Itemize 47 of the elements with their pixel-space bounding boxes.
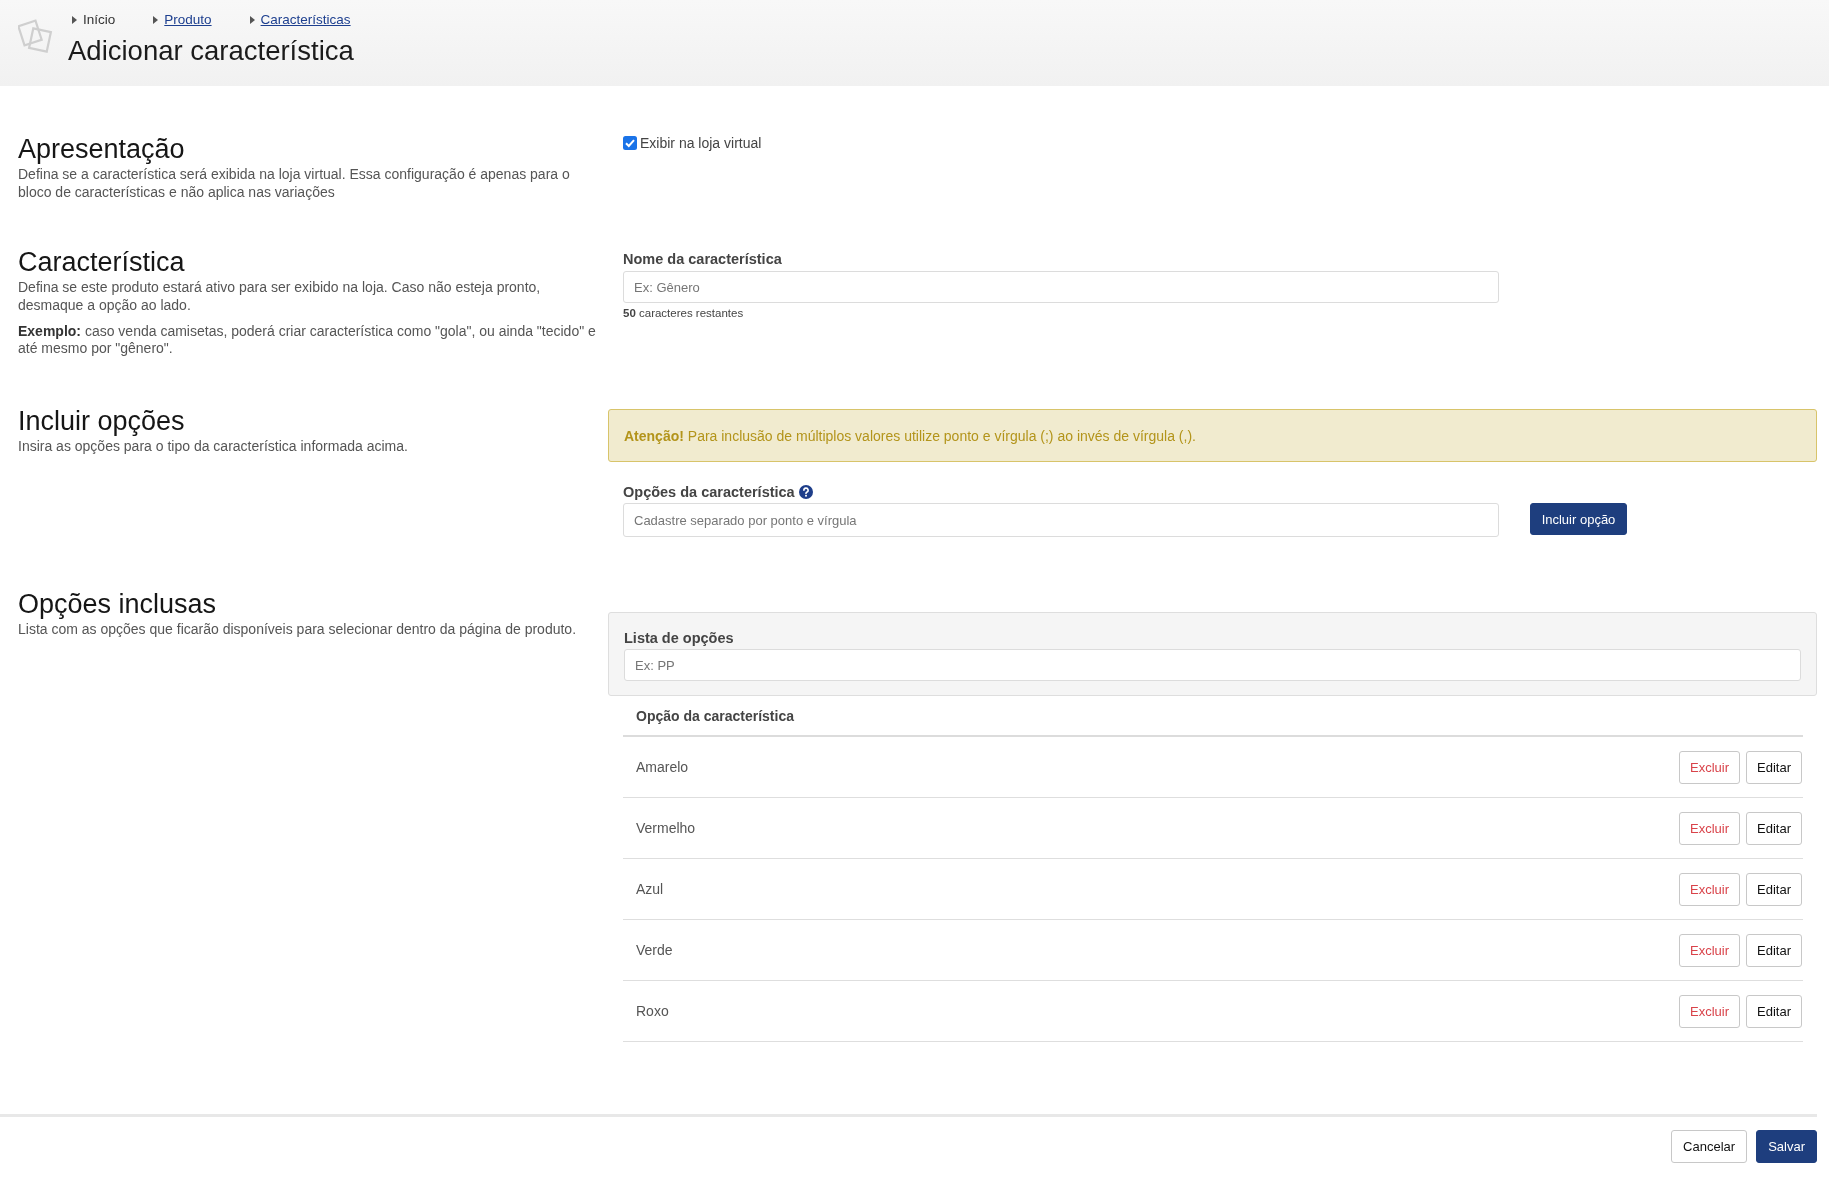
edit-button[interactable]: Editar [1746, 750, 1802, 784]
delete-button[interactable]: Excluir [1679, 750, 1741, 784]
column-header: Opção da característica [636, 707, 794, 724]
options-input[interactable]: Cadastre separado por ponto e vírgula [623, 503, 1499, 537]
option-list-input[interactable]: Ex: PP [624, 649, 1801, 681]
edit-button[interactable]: Editar [1746, 994, 1802, 1028]
field-label: Nome da característica [623, 250, 782, 268]
char-counter: 50 caracteres restantes [623, 306, 744, 321]
delete-button[interactable]: Excluir [1679, 811, 1741, 845]
section-heading: Incluir opções [18, 405, 186, 437]
save-button[interactable]: Salvar [1756, 1130, 1817, 1163]
edit-button[interactable]: Editar [1746, 933, 1802, 967]
name-input[interactable]: Ex: Gênero [623, 271, 1499, 303]
table-cell: Verde [636, 942, 673, 958]
section-heading: Característica [18, 246, 186, 278]
breadcrumb-link[interactable]: Características [260, 12, 351, 28]
edit-button[interactable]: Editar [1746, 872, 1802, 906]
section-description: Lista com as opções que ficarão disponíveis para selecionar dentro da página de produto. [18, 621, 578, 639]
section-heading: Opções inclusas [18, 588, 218, 620]
caret-icon [249, 16, 255, 24]
section-description: Exemplo: caso venda camisetas, poderá criar característica como "gola", ou ainda "tecido" e até mesmo por "gênero". [18, 322, 597, 358]
caret-icon [72, 16, 77, 24]
checkbox[interactable] [623, 136, 637, 150]
help-icon[interactable] [798, 485, 813, 499]
checkbox-label: Exibir na loja virtual [640, 135, 762, 151]
delete-button[interactable]: Excluir [1679, 994, 1741, 1028]
table-cell: Vermelho [636, 820, 696, 836]
section-heading: Apresentação [18, 133, 186, 165]
edit-button[interactable]: Editar [1746, 811, 1802, 845]
breadcrumb-item: Início [83, 12, 116, 28]
delete-button[interactable]: Excluir [1679, 933, 1741, 967]
cancel-button[interactable]: Cancelar [1671, 1130, 1748, 1163]
breadcrumb-link[interactable]: Produto [164, 12, 212, 28]
delete-button[interactable]: Excluir [1679, 872, 1741, 906]
field-label: Lista de opções [624, 629, 734, 647]
section-description: Defina se este produto estará ativo para ser exibido na loja. Caso não esteja pronto, desmaque a opção ao lado. [18, 279, 542, 314]
table-cell: Azul [636, 881, 664, 897]
warning-alert: Atenção! Para inclusão de múltiplos valores utilize ponto e vírgula (;) ao invés de vírgula (,). [608, 409, 1817, 462]
table-cell: Amarelo [636, 759, 689, 775]
page-title: Adicionar característica [68, 35, 355, 67]
add-option-button[interactable]: Incluir opção [1530, 503, 1627, 535]
caret-icon [153, 16, 159, 24]
section-description: Insira as opções para o tipo da característica informada acima. [18, 438, 409, 456]
table-cell: Roxo [636, 1003, 669, 1019]
field-label: Opções da característica [623, 483, 795, 501]
section-description: Defina se a característica será exibida na loja virtual. Essa configuração é apenas para o bloco de características e não aplica nas variações [18, 166, 571, 201]
stacked-squares-icon [18, 18, 54, 54]
